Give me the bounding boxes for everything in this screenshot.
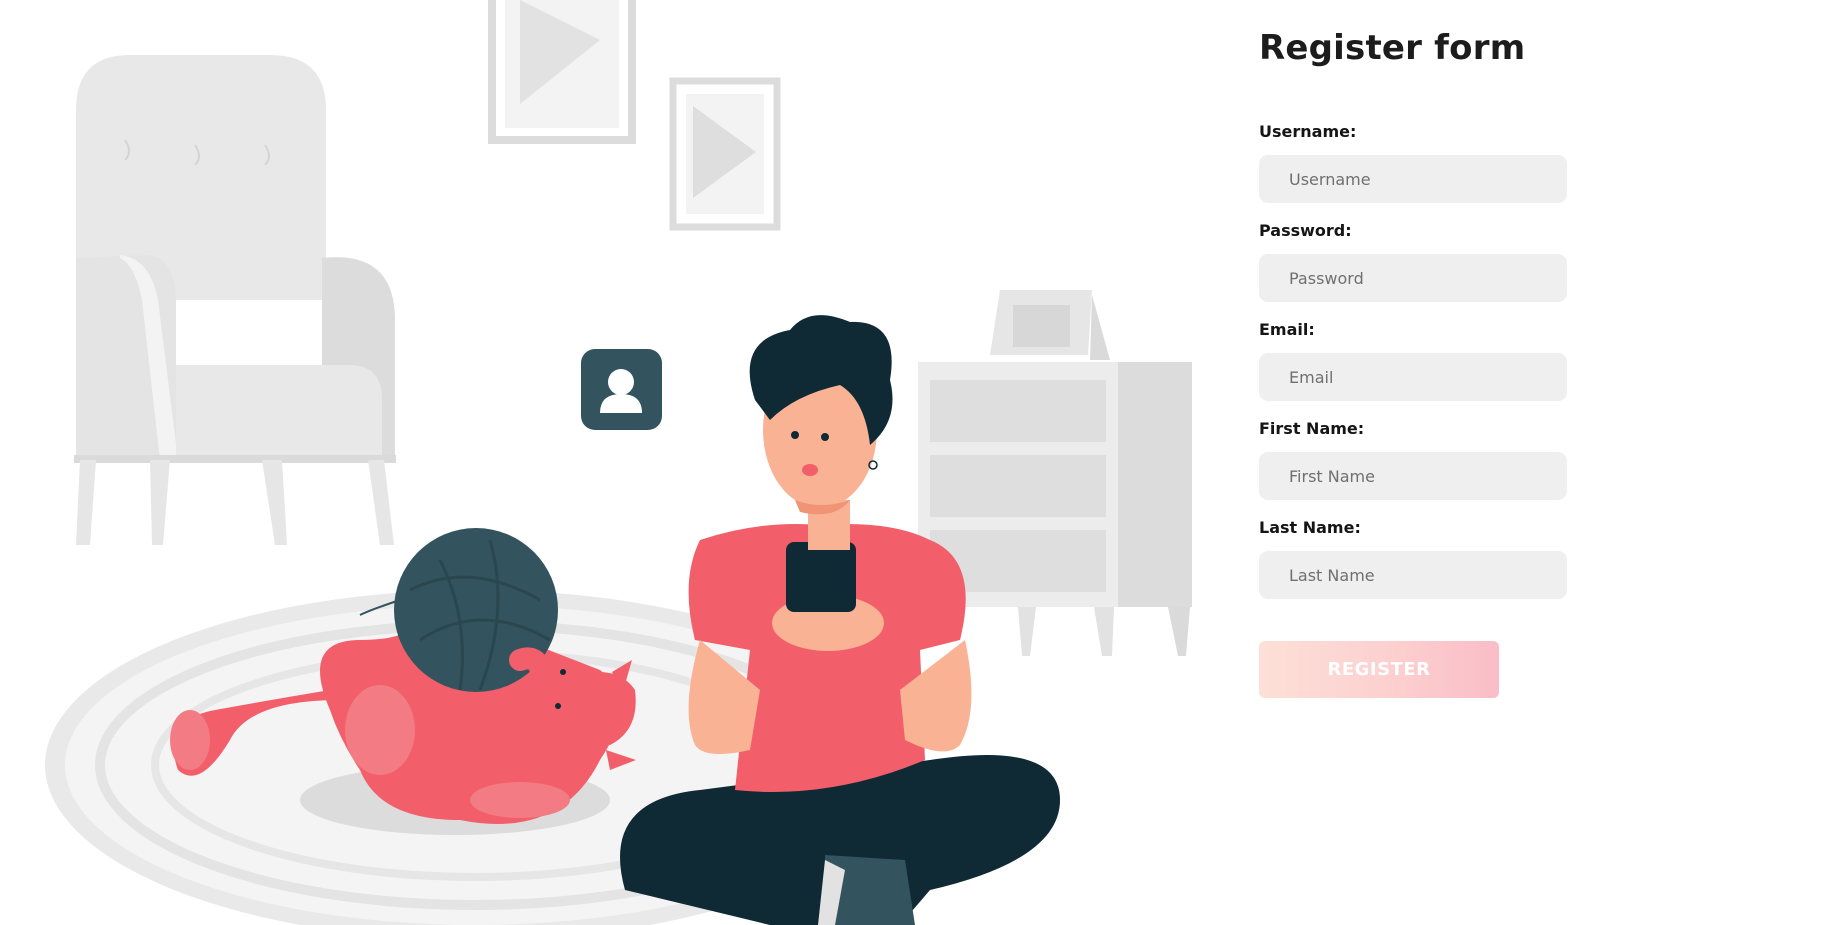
page-title: Register form bbox=[1259, 28, 1526, 68]
username-label: Username: bbox=[1259, 122, 1357, 141]
email-label: Email: bbox=[1259, 320, 1315, 339]
email-field-group: Email: bbox=[1259, 320, 1619, 401]
username-input[interactable] bbox=[1259, 155, 1567, 203]
register-form: Register form Username: Password: Email:… bbox=[1259, 20, 1619, 698]
register-illustration bbox=[0, 0, 1200, 925]
first-name-field-group: First Name: bbox=[1259, 419, 1619, 500]
armchair-icon bbox=[74, 55, 396, 545]
password-label: Password: bbox=[1259, 221, 1352, 240]
last-name-label: Last Name: bbox=[1259, 518, 1361, 537]
password-field-group: Password: bbox=[1259, 221, 1619, 302]
last-name-field-group: Last Name: bbox=[1259, 518, 1619, 599]
first-name-input[interactable] bbox=[1259, 452, 1567, 500]
username-field-group: Username: bbox=[1259, 122, 1619, 203]
email-input[interactable] bbox=[1259, 353, 1567, 401]
last-name-input[interactable] bbox=[1259, 551, 1567, 599]
user-profile-icon bbox=[581, 349, 662, 430]
first-name-label: First Name: bbox=[1259, 419, 1365, 438]
password-input[interactable] bbox=[1259, 254, 1567, 302]
register-button[interactable]: REGISTER bbox=[1259, 641, 1499, 698]
picture-frame-icon bbox=[488, 0, 781, 231]
